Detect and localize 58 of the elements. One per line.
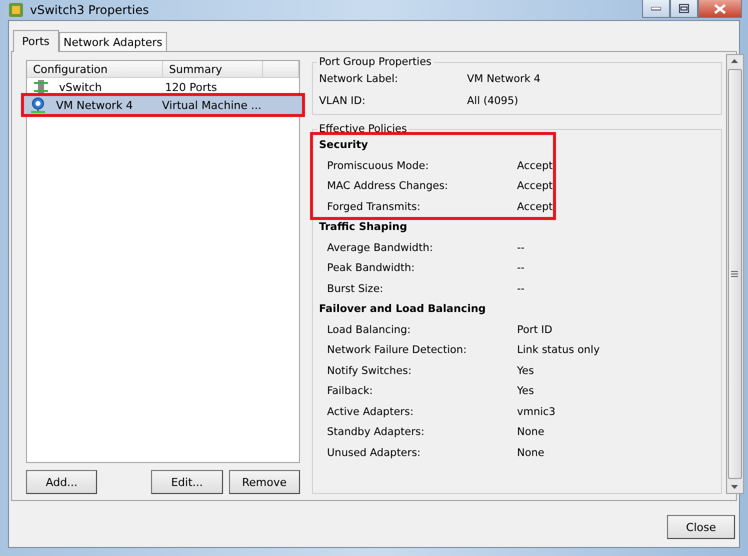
action-button[interactable]: Add... <box>26 470 98 494</box>
section-title: Traffic Shaping <box>319 220 408 236</box>
close-button[interactable]: Close <box>667 515 735 539</box>
policy-label: Standby Adapters: <box>327 426 426 438</box>
down-arrow-icon[interactable] <box>731 485 738 489</box>
action-button[interactable]: Edit... <box>151 470 223 494</box>
group-title: Effective Policies <box>318 123 408 135</box>
switch-icon <box>33 79 49 95</box>
action-button[interactable]: Remove <box>228 470 300 494</box>
policy-value: None <box>517 446 544 459</box>
tab[interactable]: Network Adapters <box>58 32 168 52</box>
app-icon <box>8 2 24 18</box>
policy-value: Yes <box>517 385 534 398</box>
field-value: All (4095) <box>467 95 518 107</box>
policy-label: Burst Size: <box>327 282 384 295</box>
column-header[interactable]: Configuration <box>27 61 163 77</box>
policy-label: Forged Transmits: <box>327 200 422 213</box>
minimize-button[interactable] <box>642 0 670 18</box>
policy-label: Notify Switches: <box>327 364 413 377</box>
list-row[interactable]: VM Network 4 Virtual Machine ... <box>24 96 302 114</box>
close-icon[interactable] <box>698 0 742 18</box>
maximize-button[interactable] <box>670 0 698 18</box>
section-title: Failover and Load Balancing <box>319 302 487 318</box>
group-title: Port Group Properties <box>318 56 433 68</box>
policy-label: Average Bandwidth: <box>327 242 434 254</box>
policy-label: Promiscuous Mode: <box>327 160 430 172</box>
field-label: Network Label: <box>319 73 400 85</box>
window-title: vSwitch3 Properties <box>30 3 149 17</box>
policy-value: -- <box>517 282 525 295</box>
policy-label: Network Failure Detection: <box>327 344 468 356</box>
policy-label: MAC Address Changes: <box>327 180 450 192</box>
policy-value: Accept <box>517 200 553 213</box>
column-header[interactable]: Summary <box>163 61 263 77</box>
policy-value: None <box>517 426 544 438</box>
restore-icon[interactable] <box>679 4 689 13</box>
up-arrow-icon[interactable] <box>731 59 738 63</box>
minimize-icon[interactable] <box>651 6 661 10</box>
policy-value: Link status only <box>517 344 600 356</box>
policy-value: Port ID <box>517 324 552 336</box>
field-value: VM Network 4 <box>467 73 540 85</box>
policy-value: vmnic3 <box>517 406 556 418</box>
field-label: VLAN ID: <box>319 95 366 107</box>
list-row[interactable]: vSwitch 120 Ports <box>27 78 299 96</box>
policy-value: -- <box>517 262 525 274</box>
policy-value: Accept <box>517 160 553 172</box>
policy-label: Peak Bandwidth: <box>327 262 416 274</box>
policy-label: Load Balancing: <box>327 324 412 336</box>
policy-value: Accept <box>517 180 553 192</box>
policy-label: Unused Adapters: <box>327 446 422 459</box>
globe-icon <box>30 97 46 113</box>
policy-value: Yes <box>517 364 534 377</box>
section-title: Security <box>319 138 370 154</box>
policy-label: Failback: <box>327 385 374 398</box>
policy-label: Active Adapters: <box>327 406 414 418</box>
tab[interactable]: Ports <box>13 30 59 52</box>
policy-value: -- <box>517 242 525 254</box>
scroll-thumb[interactable] <box>728 69 742 479</box>
scrollbar[interactable] <box>726 54 744 494</box>
